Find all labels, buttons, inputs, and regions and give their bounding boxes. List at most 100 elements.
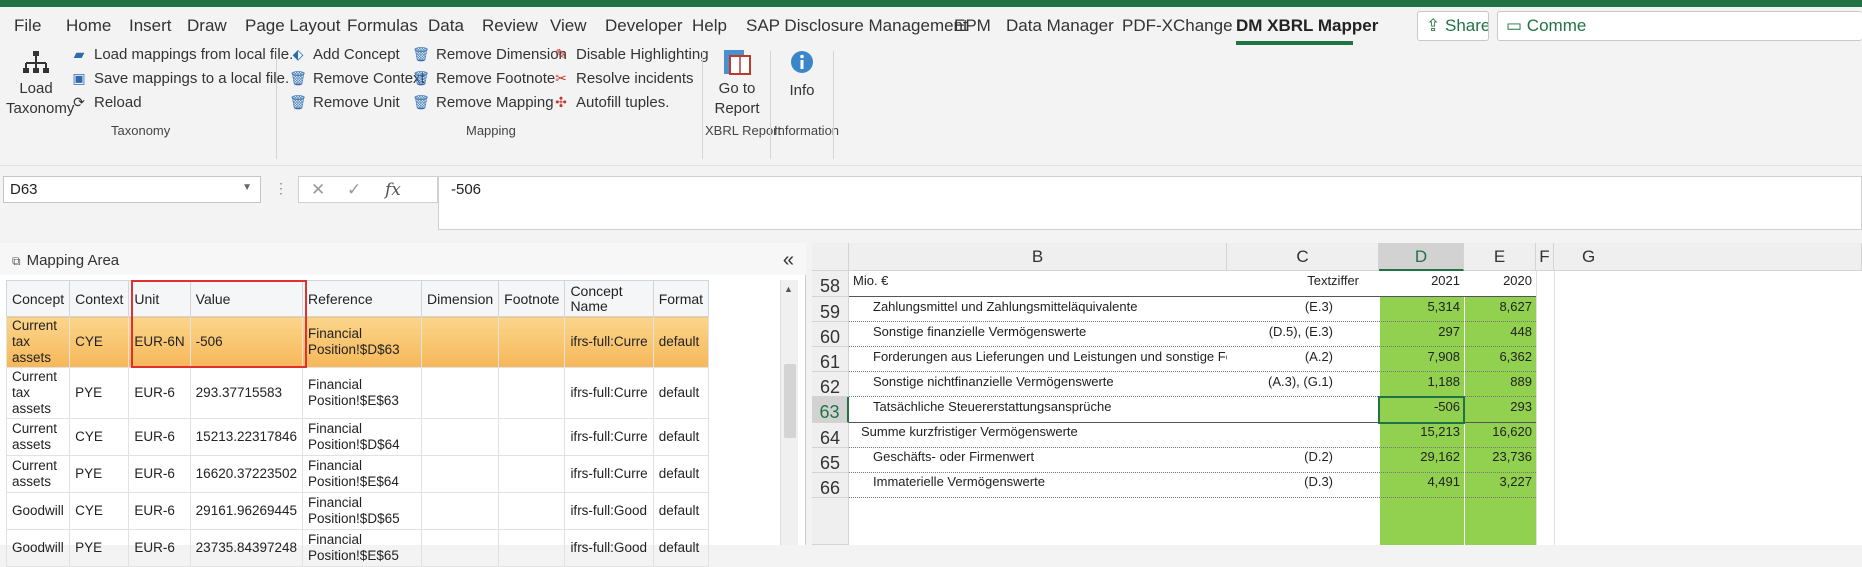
- cell-c66[interactable]: (D.3): [1227, 474, 1379, 489]
- column-header-dimension[interactable]: Dimension: [421, 280, 500, 317]
- cell-context[interactable]: PYE: [69, 529, 130, 567]
- resolve-incidents-button[interactable]: ✂ Resolve incidents: [552, 69, 693, 87]
- column-header-e[interactable]: E: [1464, 243, 1536, 271]
- cell-concept-name[interactable]: ifrs-full:Curre: [564, 367, 654, 419]
- cell-dimension[interactable]: [421, 529, 500, 567]
- cell-b63[interactable]: Tatsächliche Steuererstattungsansprüche: [849, 399, 1227, 414]
- column-header-concept-name[interactable]: Concept Name: [564, 280, 654, 317]
- select-all-corner[interactable]: [812, 243, 849, 271]
- remove-dimension-button[interactable]: 🗑 Remove Dimension: [412, 45, 567, 63]
- tab-pdf-xchange[interactable]: PDF-XChange: [1122, 16, 1233, 36]
- column-header-footnote[interactable]: Footnote: [498, 280, 566, 317]
- cell-value[interactable]: 23735.84397248: [189, 529, 304, 567]
- tab-formulas[interactable]: Formulas: [347, 16, 418, 36]
- row-header-58[interactable]: 58: [812, 271, 849, 297]
- tab-sap-disclosure-management[interactable]: SAP Disclosure Management: [746, 16, 968, 36]
- cell-d58[interactable]: 2021: [1379, 273, 1464, 288]
- go-to-report-button[interactable]: Go to Report: [712, 47, 762, 119]
- tab-view[interactable]: View: [550, 16, 587, 36]
- column-header-reference[interactable]: Reference: [302, 280, 423, 317]
- row-header-63[interactable]: 63: [812, 397, 849, 423]
- cell-value[interactable]: 29161.96269445: [189, 492, 304, 530]
- cell-context[interactable]: PYE: [69, 455, 130, 493]
- cell-context[interactable]: PYE: [69, 367, 130, 419]
- vertical-scrollbar[interactable]: ▲: [780, 280, 798, 545]
- tab-review[interactable]: Review: [482, 16, 538, 36]
- cell-d65[interactable]: 29,162: [1379, 449, 1464, 464]
- cell-reference[interactable]: Financial Position!$E$63: [302, 367, 423, 419]
- cell-concept-name[interactable]: ifrs-full:Good: [564, 529, 654, 567]
- cell-c60[interactable]: (D.5), (E.3): [1227, 324, 1379, 339]
- chevron-down-icon[interactable]: ▼: [242, 182, 252, 193]
- cell-footnote[interactable]: [498, 418, 566, 456]
- load-mappings-button[interactable]: ▰ Load mappings from local file.: [70, 45, 294, 63]
- tab-data-manager[interactable]: Data Manager: [1006, 16, 1114, 36]
- cell-b59[interactable]: Zahlungsmittel und Zahlungsmitteläquival…: [849, 299, 1227, 314]
- add-concept-button[interactable]: ⬖ Add Concept: [289, 45, 400, 63]
- cell-context[interactable]: CYE: [69, 492, 130, 530]
- cell-concept[interactable]: Current assets: [5, 418, 71, 456]
- cell-b60[interactable]: Sonstige finanzielle Vermögenswerte: [849, 324, 1227, 339]
- load-taxonomy-button[interactable]: Load Taxonomy: [6, 49, 74, 119]
- check-icon[interactable]: ✓: [347, 180, 361, 200]
- cell-c58[interactable]: Textziffer: [1227, 273, 1379, 288]
- more-options-icon[interactable]: ⋮: [274, 180, 288, 197]
- reload-button[interactable]: ⟳ Reload: [70, 93, 141, 111]
- cell-d59[interactable]: 5,314: [1379, 299, 1464, 314]
- scroll-up-icon[interactable]: ▲: [784, 284, 793, 294]
- cell-concept[interactable]: Current tax assets: [5, 367, 71, 419]
- cell-reference[interactable]: Financial Position!$D$63: [302, 316, 423, 368]
- cell-concept-name[interactable]: ifrs-full:Curre: [564, 316, 654, 368]
- row-header-65[interactable]: 65: [812, 448, 849, 473]
- column-header-format[interactable]: Format: [652, 280, 710, 317]
- cell-concept[interactable]: Goodwill: [5, 529, 71, 567]
- cell-dimension[interactable]: [421, 418, 500, 456]
- cell-footnote[interactable]: [498, 455, 566, 493]
- tab-draw[interactable]: Draw: [187, 16, 227, 36]
- cell-c61[interactable]: (A.2): [1227, 349, 1379, 364]
- cell-reference[interactable]: Financial Position!$D$65: [302, 492, 423, 530]
- table-row[interactable]: Current tax assets CYE EUR-6N -506 Finan…: [5, 316, 710, 368]
- cell-c59[interactable]: (E.3): [1227, 299, 1379, 314]
- column-header-d[interactable]: D: [1379, 243, 1464, 271]
- cell-dimension[interactable]: [421, 367, 500, 419]
- disable-highlighting-button[interactable]: ✎ Disable Highlighting: [552, 45, 708, 63]
- cell-footnote[interactable]: [498, 316, 566, 368]
- scroll-thumb[interactable]: [784, 364, 796, 438]
- table-row[interactable]: Current assets CYE EUR-6 15213.22317846 …: [5, 418, 710, 456]
- share-button[interactable]: ⇪ Share: [1417, 11, 1489, 41]
- cell-dimension[interactable]: [421, 492, 500, 530]
- cell-unit[interactable]: EUR-6: [128, 492, 191, 530]
- cell-format[interactable]: default: [652, 529, 710, 567]
- column-header-context[interactable]: Context: [69, 280, 130, 317]
- cancel-icon[interactable]: ✕: [311, 180, 325, 200]
- cell-e59[interactable]: 8,627: [1464, 299, 1536, 314]
- info-button[interactable]: Info: [784, 49, 820, 101]
- cell-e65[interactable]: 23,736: [1464, 449, 1536, 464]
- cell-context[interactable]: CYE: [69, 418, 130, 456]
- cell-format[interactable]: default: [652, 367, 710, 419]
- cell-b64[interactable]: Summe kurzfristiger Vermögenswerte: [849, 424, 1227, 439]
- save-mappings-button[interactable]: ▣ Save mappings to a local file.: [70, 69, 289, 87]
- cell-reference[interactable]: Financial Position!$D$64: [302, 418, 423, 456]
- cell-format[interactable]: default: [652, 418, 710, 456]
- cell-dimension[interactable]: [421, 316, 500, 368]
- tab-page-layout[interactable]: Page Layout: [245, 16, 340, 36]
- table-row[interactable]: Goodwill CYE EUR-6 29161.96269445 Financ…: [5, 492, 710, 530]
- tab-data[interactable]: Data: [428, 16, 464, 36]
- cell-d64[interactable]: 15,213: [1379, 424, 1464, 439]
- cell-e63[interactable]: 293: [1464, 399, 1536, 414]
- cell-footnote[interactable]: [498, 529, 566, 567]
- row-header-59[interactable]: 59: [812, 297, 849, 322]
- cell-reference[interactable]: Financial Position!$E$64: [302, 455, 423, 493]
- cell-context[interactable]: CYE: [69, 316, 130, 368]
- cell-value[interactable]: 15213.22317846: [189, 418, 304, 456]
- tab-insert[interactable]: Insert: [129, 16, 172, 36]
- column-header-f[interactable]: F: [1536, 243, 1554, 271]
- cell-d61[interactable]: 7,908: [1379, 349, 1464, 364]
- row-header-61[interactable]: 61: [812, 347, 849, 372]
- cell-e66[interactable]: 3,227: [1464, 474, 1536, 489]
- cell-unit[interactable]: EUR-6: [128, 367, 191, 419]
- cell-unit[interactable]: EUR-6: [128, 529, 191, 567]
- row-header-60[interactable]: 60: [812, 322, 849, 347]
